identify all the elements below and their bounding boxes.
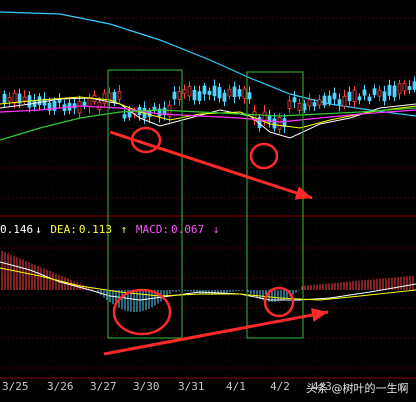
candle-body	[407, 86, 412, 90]
stock-chart: 0.146 ↓ DEA: 0.113 ↑ MACD: 0.067 ↓ 3/25 3/2…	[0, 0, 416, 402]
candle-body	[292, 97, 297, 103]
candle-body	[352, 89, 357, 102]
candle-body	[207, 90, 212, 95]
candle-body	[217, 87, 222, 99]
candle-body	[312, 102, 317, 107]
candle-body	[327, 95, 332, 104]
candle-body	[342, 96, 347, 107]
candle-body	[2, 93, 7, 103]
diff-value: 0.146	[0, 223, 34, 236]
x-tick-label: 3/30	[133, 380, 160, 393]
candle-body	[187, 85, 192, 97]
candle-body	[287, 100, 292, 109]
candle-body	[307, 99, 312, 107]
chart-canvas	[0, 0, 416, 379]
candle-body	[387, 84, 392, 96]
candle-body	[212, 85, 217, 97]
candle-body	[322, 95, 327, 106]
dea-label: DEA:	[50, 223, 77, 236]
watermark: 头条 @树叶的一生啊	[306, 382, 409, 395]
candle-body	[277, 117, 282, 130]
candle-body	[22, 96, 27, 101]
candle-body	[337, 99, 342, 105]
x-tick-label: 4/2	[270, 380, 290, 393]
candle-body	[362, 89, 367, 96]
candle-body	[332, 92, 337, 100]
macd-label: MACD:	[135, 223, 169, 236]
candle-body	[87, 97, 92, 107]
candle-body	[237, 89, 242, 97]
macd-value: 0.067	[171, 223, 205, 236]
candle-body	[122, 114, 127, 119]
ma-green-line	[0, 107, 416, 141]
candle-body	[392, 85, 397, 98]
candle-body	[242, 88, 247, 99]
x-tick-label: 3/31	[178, 380, 205, 393]
candle-body	[397, 83, 402, 95]
candle-body	[37, 96, 42, 106]
candle-body	[192, 89, 197, 101]
candle-body	[382, 91, 387, 102]
candle-body	[172, 91, 177, 100]
candle-body	[197, 91, 202, 101]
dea-arrow: ↑	[120, 223, 128, 236]
candle-body	[7, 96, 12, 102]
candle-body	[227, 88, 232, 97]
diff-arrow: ↓	[35, 223, 42, 236]
candle-body	[377, 89, 382, 97]
x-tick-label: 4/1	[226, 380, 246, 393]
candle-body	[317, 99, 322, 106]
circle-low-2	[249, 142, 279, 170]
candle-body	[402, 83, 407, 92]
macd-arrow: ↓	[212, 223, 220, 236]
candle-body	[127, 111, 132, 118]
candle-body	[272, 118, 277, 129]
candle-body	[77, 101, 82, 114]
candle-body	[12, 92, 17, 104]
dea-value: 0.113	[78, 223, 112, 236]
circle-macd-1	[112, 288, 172, 336]
circle-macd-2	[263, 286, 295, 318]
macd-divergence-arrow-head	[310, 308, 328, 322]
x-tick-label: 3/26	[47, 380, 74, 393]
candle-body	[347, 91, 352, 102]
x-tick-label: 3/27	[90, 380, 117, 393]
candle-body	[117, 90, 122, 100]
candle-body	[367, 96, 372, 102]
x-tick-label: 3/25	[2, 380, 29, 393]
candle-body	[102, 92, 107, 104]
candle-body	[202, 85, 207, 95]
candle-body	[297, 102, 302, 111]
candle-body	[82, 101, 87, 106]
macd-legend: 0.146 ↓ DEA: 0.113 ↑ MACD: 0.067 ↓	[0, 223, 221, 236]
candle-body	[357, 96, 362, 101]
candle-body	[182, 89, 187, 94]
candle-body	[232, 86, 237, 98]
candle-body	[97, 101, 102, 110]
candle-body	[177, 91, 182, 100]
candle-body	[222, 92, 227, 102]
ma-white-line	[0, 97, 416, 139]
candle-body	[247, 92, 252, 100]
candle-body	[372, 88, 377, 96]
